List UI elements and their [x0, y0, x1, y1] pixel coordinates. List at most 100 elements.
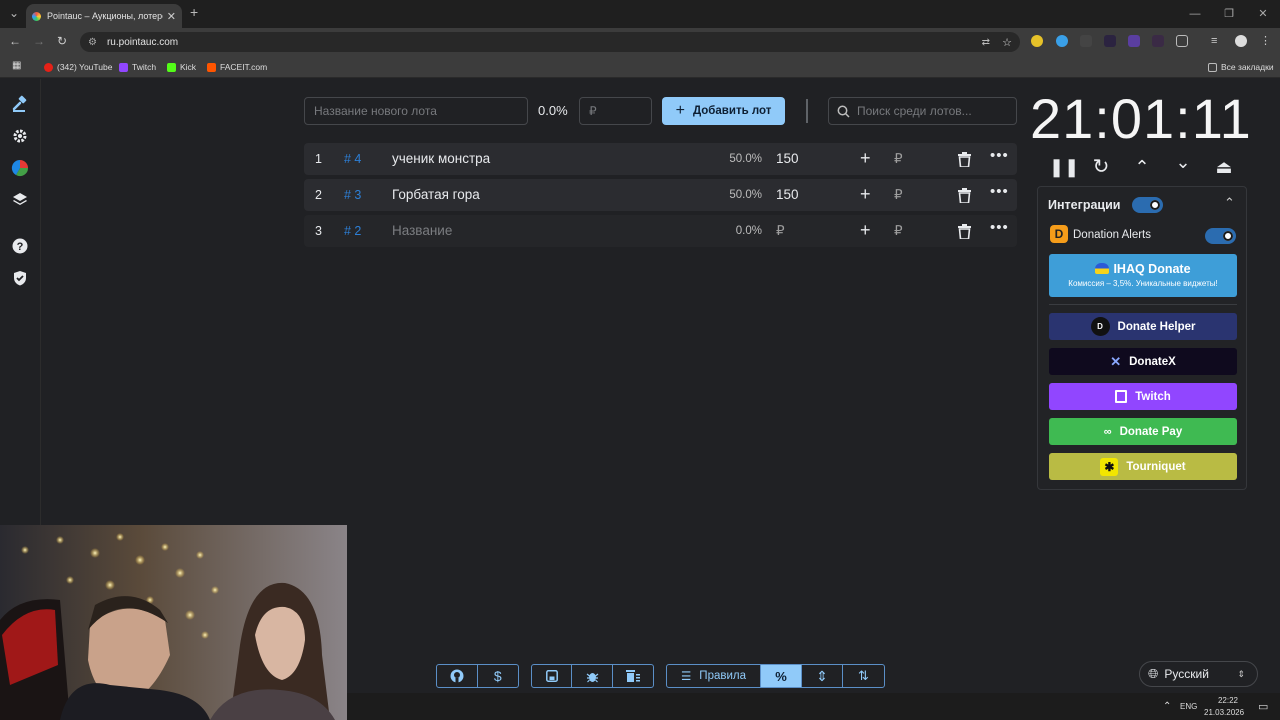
tourniquet-button[interactable]: ✱ Tourniquet [1049, 453, 1237, 480]
sort-icon[interactable]: ⇅ [843, 665, 884, 687]
time-down-icon[interactable]: ⌄ [1172, 152, 1194, 173]
time-up-icon[interactable]: ⌃ [1131, 157, 1153, 178]
extension-icon[interactable] [1104, 35, 1116, 47]
github-icon[interactable] [437, 665, 478, 687]
more-options-icon[interactable]: ••• [990, 147, 1009, 164]
site-info-icon[interactable]: ⚙ [88, 37, 97, 48]
lot-amount[interactable]: 150 [776, 187, 799, 202]
lot-id: # 4 [344, 152, 362, 166]
bookmark-star-icon[interactable]: ☆ [1002, 36, 1012, 49]
new-lot-amount-input[interactable]: ₽ [579, 97, 652, 125]
donate-dollar-icon[interactable]: $ [478, 665, 519, 687]
add-amount-icon[interactable]: + [860, 184, 871, 205]
lot-extra-amount[interactable]: ₽ [894, 223, 903, 239]
clock-date[interactable]: 21.03.2026 [1204, 708, 1244, 717]
donatex-button[interactable]: ✕ DonateX [1049, 348, 1237, 375]
restore-icon[interactable]: ❐ [1212, 0, 1246, 28]
close-tab-icon[interactable]: ✕ [167, 10, 176, 23]
tab-title: Pointauc – Аукционы, лотереи [47, 11, 163, 21]
percent-toggle-icon[interactable]: % [761, 665, 802, 687]
lot-id: # 2 [344, 224, 362, 238]
lot-name[interactable]: Горбатая гора [392, 187, 480, 202]
lot-extra-amount[interactable]: ₽ [894, 187, 903, 203]
auction-gavel-icon[interactable] [11, 95, 29, 113]
clock-time[interactable]: 22:22 [1213, 696, 1243, 705]
lot-name[interactable]: ученик монстра [392, 151, 490, 166]
bookmark-faceit[interactable]: FACEIT.com [207, 62, 267, 72]
minimize-icon[interactable]: — [1178, 0, 1212, 28]
bookmark-kick[interactable]: Kick [167, 62, 196, 72]
webcam-overlay [0, 525, 347, 720]
notifications-icon[interactable]: ▭ [1258, 700, 1268, 713]
more-options-icon[interactable]: ••• [990, 183, 1009, 200]
add-amount-icon[interactable]: + [860, 148, 871, 169]
integrations-toggle[interactable] [1132, 197, 1163, 213]
pause-icon[interactable]: ❚❚ [1049, 157, 1079, 178]
address-bar[interactable]: ⚙ ru.pointauc.com ⇄ ☆ [80, 32, 1020, 52]
media-icon[interactable]: ≡ [1211, 35, 1223, 47]
twitch-button[interactable]: Twitch [1049, 383, 1237, 410]
wheel-pie-icon[interactable] [11, 159, 29, 177]
lot-search-input[interactable]: Поиск среди лотов... [828, 97, 1017, 125]
delete-icon[interactable] [958, 224, 971, 239]
lot-row: 2 # 3 Горбатая гора 50.0% 150 + ₽ ••• [304, 179, 1017, 211]
language-select[interactable]: 🌐︎ Русский ⇕ [1139, 661, 1258, 687]
keyboard-language[interactable]: ENG [1180, 702, 1197, 711]
donation-alerts-toggle[interactable] [1205, 228, 1236, 244]
rules-button[interactable]: ☰ Правила [667, 665, 761, 687]
tab-list-icon[interactable]: ⌄ [9, 6, 19, 20]
compress-icon[interactable]: ⇕ [802, 665, 843, 687]
extension-icon[interactable] [1080, 35, 1092, 47]
time-up-double-icon[interactable]: ⏏ [1213, 157, 1235, 178]
bookmark-youtube[interactable]: (342) YouTube [44, 62, 112, 72]
add-amount-icon[interactable]: + [860, 220, 871, 241]
search-icon [837, 105, 850, 118]
reload-icon[interactable]: ↻ [57, 34, 67, 48]
rules-icon: ☰ [680, 671, 692, 683]
settings-gear-icon[interactable] [11, 127, 29, 145]
bug-report-icon[interactable] [572, 665, 613, 687]
close-window-icon[interactable]: ✕ [1246, 0, 1280, 28]
lot-name-placeholder[interactable]: Название [392, 223, 452, 238]
bookmark-twitch[interactable]: Twitch [119, 62, 156, 72]
add-lot-button[interactable]: + Добавить лот [662, 97, 785, 125]
profile-avatar[interactable] [1235, 35, 1247, 47]
extension-icon[interactable] [1152, 35, 1164, 47]
lot-amount[interactable]: 150 [776, 151, 799, 166]
save-icon[interactable] [532, 665, 572, 687]
translate-icon[interactable]: ⇄ [982, 37, 990, 48]
help-icon[interactable]: ? [11, 237, 29, 255]
lot-extra-amount[interactable]: ₽ [894, 151, 903, 167]
system-tray-arrow-icon[interactable]: ⌃ [1163, 701, 1171, 712]
ihaq-subtitle: Комиссия – 3,5%. Уникальные виджеты! [1068, 279, 1218, 288]
all-bookmarks[interactable]: Все закладки [1208, 62, 1274, 72]
apps-grid-icon[interactable]: ▦ [12, 60, 21, 71]
layers-icon[interactable] [11, 191, 29, 209]
integrations-panel: Интеграции ⌃ D Donation Alerts IHAQ Dona… [1037, 186, 1247, 490]
lot-amount-placeholder[interactable]: ₽ [776, 223, 785, 239]
forward-icon[interactable]: → [33, 34, 45, 48]
more-options-icon[interactable]: ••• [990, 219, 1009, 236]
donate-helper-button[interactable]: D Donate Helper [1049, 313, 1237, 340]
extension-icon[interactable] [1128, 35, 1140, 47]
window-controls: — ❐ ✕ [1178, 0, 1280, 28]
shield-check-icon[interactable] [11, 269, 29, 287]
new-tab-icon[interactable]: + [190, 4, 198, 20]
delete-icon[interactable] [958, 188, 971, 203]
menu-kebab-icon[interactable]: ⋮ [1260, 35, 1272, 47]
extension-icon[interactable] [1031, 35, 1043, 47]
browser-tab[interactable]: Pointauc – Аукционы, лотереи ✕ [26, 4, 182, 28]
restart-icon[interactable]: ↻ [1090, 154, 1112, 179]
new-lot-name-input[interactable]: Название нового лота [304, 97, 528, 125]
delete-icon[interactable] [958, 152, 971, 167]
back-icon[interactable]: ← [9, 34, 21, 48]
ihaq-donate-button[interactable]: IHAQ Donate Комиссия – 3,5%. Уникальные … [1049, 254, 1237, 297]
clear-list-icon[interactable] [613, 665, 653, 687]
lot-percent: 50.0% [729, 153, 762, 165]
url-text: ru.pointauc.com [106, 36, 179, 48]
extension-icon[interactable] [1056, 35, 1068, 47]
donate-pay-button[interactable]: ∞ Donate Pay [1049, 418, 1237, 445]
extensions-puzzle-icon[interactable] [1176, 35, 1188, 47]
divider [1049, 304, 1237, 305]
collapse-chevron-icon[interactable]: ⌃ [1224, 195, 1235, 211]
